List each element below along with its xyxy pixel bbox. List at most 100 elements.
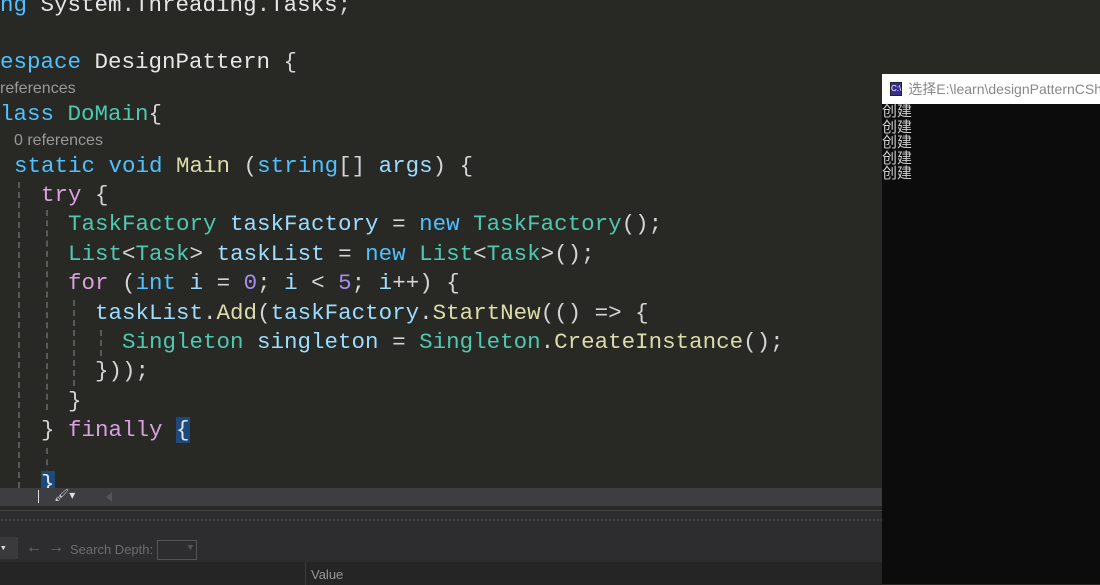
scroll-left-icon[interactable] — [106, 492, 112, 502]
code-token: finally — [68, 417, 163, 443]
code-token: (); — [621, 211, 663, 237]
code-token: List — [68, 241, 123, 267]
code-line[interactable]: lass DoMain{ — [0, 100, 162, 128]
code-token: . — [203, 300, 217, 326]
code-line[interactable]: TaskFactory taskFactory = new TaskFactor… — [68, 210, 662, 238]
code-token: string — [257, 153, 339, 179]
back-arrow-icon[interactable]: ← — [26, 539, 42, 557]
code-token: taskFactory — [230, 211, 379, 237]
console-line: 创建 — [882, 133, 913, 151]
code-editor[interactable]: references 0 references ng System.Thread… — [0, 0, 882, 488]
code-token: ng — [0, 0, 41, 18]
code-line[interactable]: })); — [95, 357, 149, 385]
code-token: void — [108, 153, 177, 179]
code-line[interactable]: static void Main (string[] args) { — [14, 152, 473, 180]
search-depth-label: Search Depth: — [70, 542, 154, 557]
code-token: args — [378, 153, 433, 179]
code-token: = — [203, 270, 244, 296]
code-token: ++) { — [392, 270, 460, 296]
code-lens-main[interactable]: 0 references — [14, 132, 103, 150]
code-token: } — [41, 417, 69, 443]
code-line[interactable]: ng System.Threading.Tasks; — [0, 0, 351, 19]
code-token: i — [378, 270, 393, 296]
code-token: < — [297, 270, 339, 296]
code-token: { — [148, 101, 163, 127]
code-token: System — [40, 0, 122, 18]
code-line[interactable]: List<Task> taskList = new List<Task>(); — [68, 240, 595, 268]
code-token: Task — [135, 241, 190, 267]
code-line[interactable]: } — [41, 470, 55, 488]
code-token: 5 — [338, 270, 352, 296]
search-dropdown[interactable]: ▾ — [0, 537, 18, 559]
console-line: 创建 — [882, 148, 913, 167]
code-token: ) { — [432, 153, 474, 179]
code-token: } — [41, 471, 55, 488]
editor-status-bar: 🖌▾ — [0, 488, 882, 506]
console-output: 创建 创建 创建 创建 创建 — [882, 103, 1100, 182]
code-line[interactable]: } finally { — [41, 416, 190, 444]
code-token: < — [473, 241, 487, 267]
code-token: lass — [0, 101, 68, 127]
code-token: >(); — [540, 241, 595, 267]
code-token: { — [81, 182, 109, 208]
code-token: Add — [216, 300, 258, 326]
code-token: taskList — [95, 300, 204, 326]
console-line: 创建 — [882, 117, 913, 136]
code-token: new — [365, 241, 420, 267]
code-token: { — [270, 49, 298, 75]
code-lens-class[interactable]: references — [0, 80, 76, 98]
code-token: DesignPattern — [94, 49, 271, 75]
code-token: Threading — [135, 0, 257, 18]
code-token: try — [41, 182, 82, 208]
value-column-header[interactable]: Value — [311, 567, 343, 582]
column-divider[interactable] — [305, 562, 306, 585]
code-token: for — [68, 270, 109, 296]
code-token: ( — [257, 300, 271, 326]
code-token: i — [189, 270, 204, 296]
code-line[interactable]: try { — [41, 181, 109, 209]
debug-panel: ▾ ← → Search Depth: ▼ Value — [0, 510, 882, 585]
code-line[interactable]: for (int i = 0; i < 5; i++) { — [68, 269, 460, 297]
code-token: = — [378, 329, 420, 355]
code-token: = — [324, 241, 366, 267]
search-depth-select[interactable]: ▼ — [157, 540, 197, 560]
code-token: espace — [0, 49, 95, 75]
code-token: { — [176, 417, 190, 443]
code-token: new — [419, 211, 474, 237]
console-title: 选择E:\learn\designPatternCSharp — [908, 81, 1100, 97]
code-token: Tasks — [270, 0, 338, 18]
forward-arrow-icon[interactable]: → — [48, 539, 64, 557]
code-line[interactable]: taskList.Add(taskFactory.StartNew(() => … — [95, 299, 649, 327]
code-token: = — [378, 211, 420, 237]
console-line: 创建 — [882, 164, 913, 182]
code-line[interactable]: } — [68, 387, 82, 415]
indent-guide — [73, 300, 75, 386]
console-icon: C:\ — [890, 82, 903, 96]
code-token: ; — [351, 270, 379, 296]
console-title-bar[interactable]: C:\ 选择E:\learn\designPatternCSharp — [882, 74, 1100, 104]
code-token: (); — [743, 329, 784, 355]
code-token: int — [135, 270, 190, 296]
code-token: (() => { — [540, 300, 649, 326]
brush-icon[interactable]: 🖌▾ — [54, 488, 75, 502]
console-window[interactable]: C:\ 选择E:\learn\designPatternCSharp 创建创建创… — [882, 74, 1100, 584]
code-token: List — [419, 241, 474, 267]
code-token: < — [122, 241, 136, 267]
indent-guide — [46, 210, 48, 410]
panel-grip[interactable] — [0, 518, 882, 522]
code-token: CreateInstance — [554, 329, 744, 355]
code-token: Singleton — [122, 329, 258, 355]
code-token: TaskFactory — [473, 211, 622, 237]
indent-guide — [100, 330, 102, 356]
code-token: . — [419, 300, 433, 326]
code-token: . — [540, 329, 555, 355]
code-token: TaskFactory — [68, 211, 231, 237]
code-line[interactable]: espace DesignPattern { — [0, 48, 297, 76]
code-token: . — [256, 0, 271, 18]
code-token: static — [14, 153, 109, 179]
code-token: taskFactory — [270, 300, 420, 326]
divider — [38, 490, 39, 503]
code-token: . — [121, 0, 136, 18]
code-token: })); — [95, 358, 150, 384]
code-line[interactable]: Singleton singleton = Singleton.CreateIn… — [122, 328, 784, 356]
